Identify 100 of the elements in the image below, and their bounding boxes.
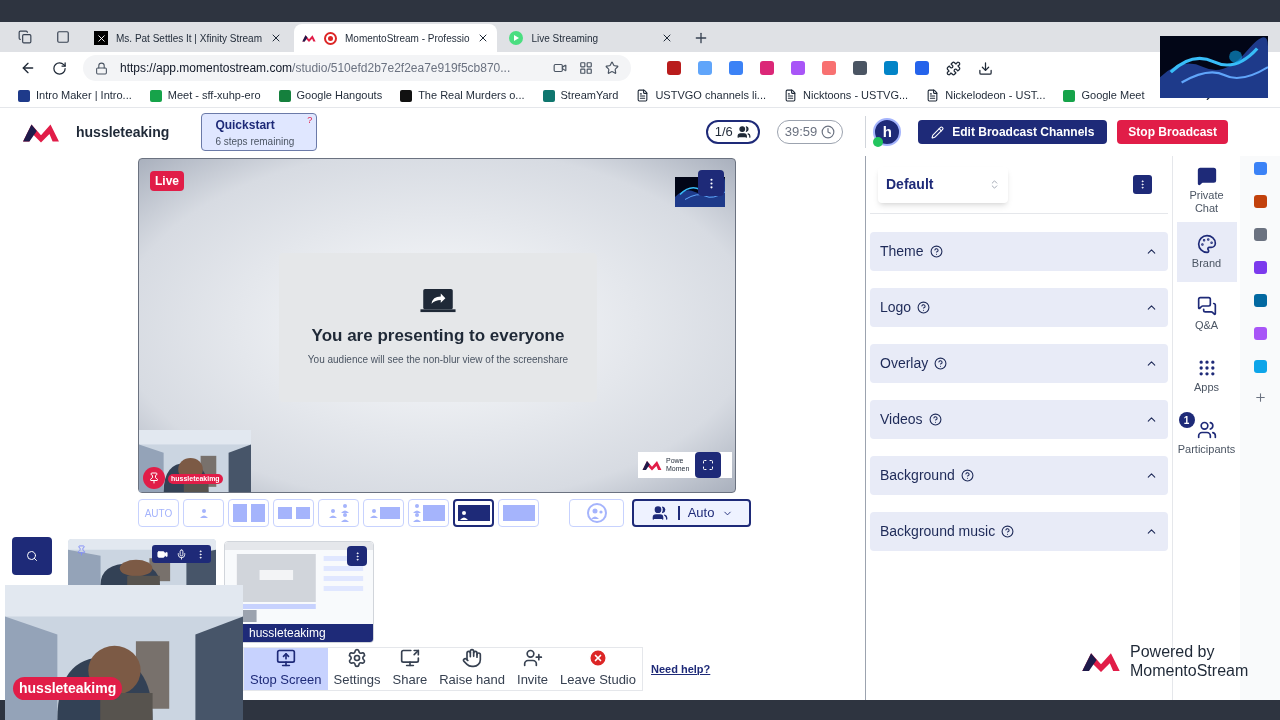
app-icon[interactable] [1253,162,1267,175]
app-icon[interactable] [1253,294,1267,307]
stage-menu-button[interactable] [698,170,724,196]
quickstart-title: Quickstart [215,117,276,134]
bookmark-label: Intro Maker | Intro... [36,88,132,104]
bookmark-label: Meet - sff-xuhp-ero [167,88,261,104]
app-icon[interactable] [1253,327,1267,340]
app-icon[interactable] [1253,228,1267,241]
page-icon [636,89,650,102]
help-mark: ? [307,114,313,127]
preset-select[interactable]: Default [878,166,1008,203]
camera-icon[interactable] [553,61,567,75]
bookmark-label: Nickelodeon - UST... [945,88,1046,104]
bookmark-label: The Real Murders o... [418,88,525,104]
bookmark[interactable]: Google Meet [1063,87,1145,104]
settings-icon [347,648,368,669]
sidebar-item[interactable]: Private Chat [1176,160,1237,220]
user-avatar[interactable]: h [873,118,902,146]
address-bar[interactable]: https://app.momentostream.com/studio/510efd2b7e2f2ea7e919f5cb870... [83,55,631,81]
browser-tab[interactable]: Live Streaming [501,24,682,52]
browser-tab[interactable]: MomentoStream - Professio [294,24,498,52]
search-button[interactable] [12,537,52,575]
live-badge: Live [150,171,184,191]
fullscreen-button[interactable] [695,452,721,478]
layout-icon [455,503,492,523]
control-button[interactable]: Invite [511,648,555,690]
participant-count: 1/6 [705,120,760,144]
clock-icon [821,125,836,139]
accordion-header[interactable]: Theme [870,232,1168,271]
updown-icon [989,179,1000,190]
app-icon[interactable] [1253,195,1267,208]
recording-icon [324,31,337,45]
add-icon[interactable] [1253,391,1267,404]
presenting-subtitle: You audience will see the non-blur view of the screenshare [307,352,569,367]
screen-plus-icon [399,648,420,669]
app-icon[interactable] [1253,261,1267,274]
chat-bubbles-icon [1196,296,1217,316]
layout-button[interactable] [453,499,494,527]
tab-actions-icon[interactable] [18,30,32,44]
control-button[interactable]: Settings [327,648,387,690]
quickstart-button[interactable]: Quickstart 6 steps remaining ? [201,113,318,151]
sidebar-item[interactable]: Brand [1176,222,1237,282]
control-button[interactable]: Leave Studio [554,648,642,690]
browser-tab[interactable]: Ms. Pat Settles It | Xfinity Stream [86,24,290,52]
sidebar-toggle-icon[interactable] [56,30,70,44]
tab-title: Ms. Pat Settles It | Xfinity Stream [116,31,262,46]
fullscreen-icon [702,459,714,471]
help-icon [1001,525,1015,538]
sidebar-item[interactable]: Participants 1 [1176,408,1237,468]
tab-title: Live Streaming [531,31,600,46]
back-icon[interactable] [20,60,36,76]
bookmark[interactable]: StreamYard [542,87,619,104]
extensions-icon[interactable] [946,60,961,76]
pin-icon [148,472,160,484]
tab-title: MomentoStream - Professio [345,31,470,46]
bookmark[interactable]: Nickelodeon - UST... [926,87,1046,104]
edit-channels-button[interactable]: Edit Broadcast Channels [918,120,1108,144]
stop-broadcast-button[interactable]: Stop Broadcast [1117,120,1228,144]
play-icon [509,31,524,45]
app-icon[interactable] [1253,360,1267,373]
accordion-header[interactable]: Logo [870,288,1168,327]
bookmark[interactable]: Google Hangouts [278,87,383,104]
help-icon [929,245,943,258]
extension-icon[interactable] [853,61,867,75]
auto-mode-button[interactable]: Auto [632,499,751,527]
panel-menu-button[interactable] [1133,175,1152,194]
search-icon [26,550,38,562]
bookmark[interactable]: The Real Murders o... [400,87,525,104]
download-icon[interactable] [978,60,993,76]
reload-icon[interactable] [52,60,67,76]
x-logo-icon [94,31,108,45]
sidebar-item[interactable]: Apps [1176,346,1237,406]
face-icon [586,503,607,523]
hand-icon [462,648,483,669]
people-icon [1196,420,1217,440]
add-person-icon [522,648,543,669]
control-button[interactable]: Raise hand [433,648,511,690]
extension-icon[interactable] [667,61,681,75]
logo-icon [302,33,316,43]
sidebar-item[interactable]: Q&A [1176,284,1237,344]
apps-icon[interactable] [579,61,593,75]
favorite-icon[interactable] [605,61,619,75]
control-button[interactable]: Stop Screen [244,648,328,690]
accordion-header[interactable]: Videos [870,400,1168,439]
bookmark-label: Google Meet [1081,88,1145,104]
close-icon[interactable] [270,32,282,44]
palette-icon [1196,234,1217,254]
control-button[interactable]: Share [386,648,434,690]
accordion-header[interactable]: Background [870,456,1168,495]
accordion-header[interactable]: Overlay [870,344,1168,383]
bookmark[interactable]: USTVGO channels li... [636,87,767,104]
bookmark[interactable]: Meet - sff-xuhp-ero [149,87,261,104]
lock-icon [95,61,108,75]
bookmark[interactable]: Intro Maker | Intro... [18,87,132,104]
accordion-header[interactable]: Background music [870,512,1168,551]
help-link[interactable]: Need help? [651,660,711,678]
page-icon [784,89,798,102]
bookmark[interactable]: Nicktoons - USTVG... [784,87,909,104]
powered-by-brand: MomentoStream [1130,661,1249,680]
self-view-name: hussleteakimg [13,677,123,700]
